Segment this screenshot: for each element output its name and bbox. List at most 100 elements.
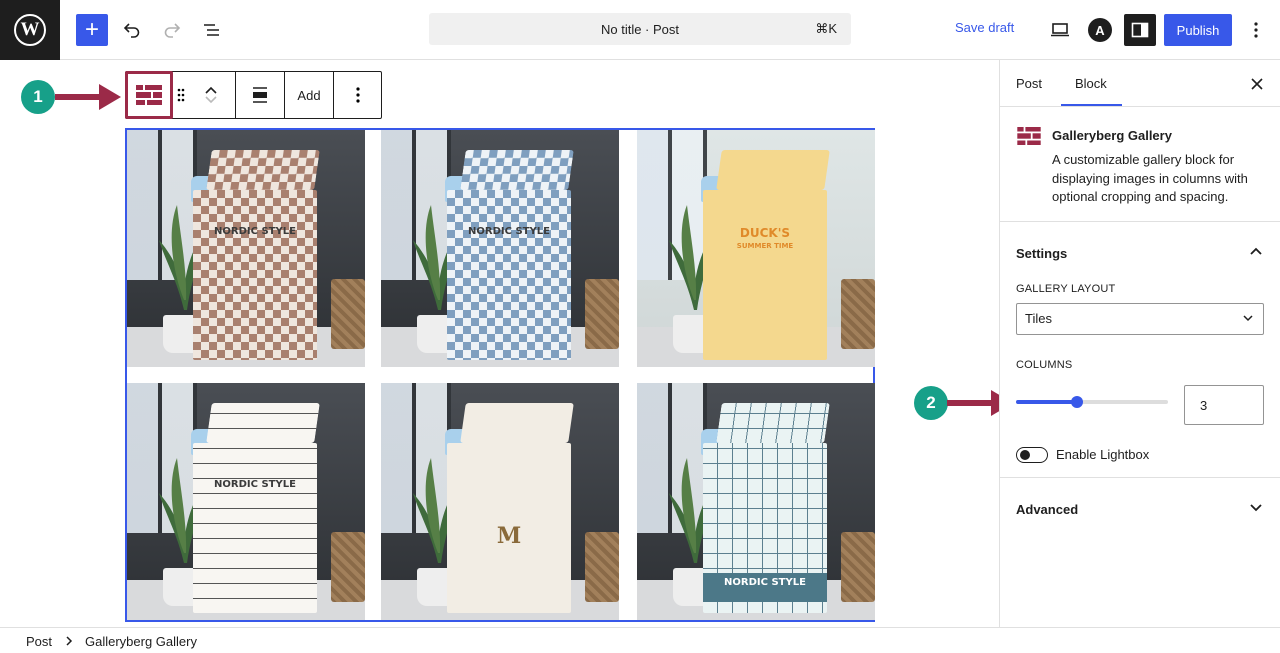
- block-card: Galleryberg Gallery A customizable galle…: [1000, 107, 1280, 222]
- align-button[interactable]: [236, 72, 284, 118]
- document-overview-button[interactable]: [196, 14, 228, 46]
- annotation-marker-2: 2: [914, 386, 948, 420]
- command-palette-bar[interactable]: No title · Post ⌘K: [429, 13, 851, 45]
- chevron-up-icon: [1250, 247, 1262, 255]
- sidebar-icon: [1131, 22, 1149, 38]
- block-breadcrumb: Post Galleryberg Gallery: [0, 627, 1280, 653]
- list-view-icon: [204, 24, 219, 36]
- columns-number-input[interactable]: 3: [1184, 385, 1264, 425]
- settings-sidebar-toggle[interactable]: [1124, 14, 1156, 46]
- annotation-marker-1: 1: [21, 80, 55, 114]
- block-options-button[interactable]: [334, 72, 382, 118]
- cover-flap: [460, 150, 574, 190]
- redo-button[interactable]: [156, 14, 188, 46]
- gallery-image-mint-grid-bunny-cover[interactable]: NORDIC STYLE: [637, 383, 875, 620]
- redo-icon: [164, 23, 181, 38]
- laundry-basket: [841, 532, 875, 602]
- laundry-basket: [841, 279, 875, 349]
- save-draft-button[interactable]: Save draft: [955, 20, 1014, 35]
- cover-print-label: NORDIC STYLE: [468, 226, 550, 237]
- columns-slider[interactable]: [1016, 396, 1168, 408]
- undo-button[interactable]: [116, 14, 148, 46]
- cover-print-label: NORDIC STYLE: [214, 479, 296, 490]
- washer-cover: [703, 190, 827, 360]
- align-wide-icon: [253, 87, 267, 103]
- plus-icon: +: [84, 16, 99, 43]
- settings-panel-toggle[interactable]: Settings: [1000, 228, 1280, 276]
- chevron-right-icon: [66, 636, 73, 646]
- washer-cover: [193, 190, 317, 360]
- toggle-knob: [1020, 450, 1030, 460]
- columns-label: COLUMNS: [1016, 359, 1073, 371]
- breadcrumb-gallery[interactable]: Galleryberg Gallery: [85, 634, 197, 649]
- block-description: A customizable gallery block for display…: [1052, 152, 1248, 204]
- cover-print-label: NORDIC STYLE: [703, 573, 827, 602]
- move-buttons: [188, 72, 234, 118]
- wordpress-logo-glyph: W: [14, 14, 46, 46]
- breadcrumb-post[interactable]: Post: [26, 634, 52, 649]
- annotation-arrow-1: [55, 84, 121, 110]
- publish-button[interactable]: Publish: [1164, 14, 1232, 46]
- sidebar-tabs: Post Block: [1000, 60, 1280, 107]
- preview-button[interactable]: [1044, 14, 1076, 46]
- cover-print-label: DUCK'S: [739, 226, 791, 240]
- gallery-layout-select[interactable]: Tiles: [1016, 303, 1264, 335]
- chevron-down-icon: [1243, 315, 1253, 322]
- cover-flap: [460, 403, 574, 443]
- laundry-basket: [331, 532, 365, 602]
- block-toolbar: Add: [125, 71, 382, 119]
- astra-settings-button[interactable]: A: [1088, 18, 1112, 42]
- cover-flap: [206, 403, 320, 443]
- lightbox-label: Enable Lightbox: [1056, 447, 1150, 462]
- options-button[interactable]: [1244, 14, 1268, 46]
- cover-flap: [716, 150, 830, 190]
- gallery-image-brown-checkered-cover[interactable]: NORDIC STYLE: [127, 130, 365, 367]
- gallery-layout-label: GALLERY LAYOUT: [1016, 283, 1116, 295]
- laptop-icon: [1051, 23, 1069, 37]
- cover-print-sublabel: SUMMER TIME: [736, 242, 794, 250]
- undo-icon: [123, 23, 140, 38]
- wordpress-logo-icon[interactable]: W: [0, 0, 60, 60]
- laundry-basket: [585, 532, 619, 602]
- add-block-button[interactable]: +: [76, 14, 108, 46]
- gallery-image-white-grid-corgi-cover[interactable]: NORDIC STYLE: [127, 383, 365, 620]
- gallery-layout-value: Tiles: [1025, 311, 1052, 326]
- laundry-basket: [331, 279, 365, 349]
- gallery-image-blue-checkered-cover[interactable]: NORDIC STYLE: [381, 130, 619, 367]
- gallery-image-duck-yellow-cover[interactable]: DUCK'S SUMMER TIME: [637, 130, 875, 367]
- astra-logo-icon: A: [1095, 22, 1105, 38]
- chevron-up-icon[interactable]: [204, 85, 218, 95]
- more-vertical-icon: [356, 87, 360, 103]
- drag-handle[interactable]: [174, 72, 188, 118]
- settings-sidebar: Post Block Galleryberg Gallery A customi…: [999, 60, 1280, 627]
- command-shortcut: ⌘K: [815, 21, 837, 36]
- settings-panel-title: Settings: [1016, 246, 1068, 261]
- columns-slider-thumb[interactable]: [1070, 396, 1083, 408]
- gallery-block[interactable]: NORDIC STYLE NORDIC STYLE DUCK'S SUMMER TIM…: [125, 128, 875, 622]
- document-title: No title · Post: [600, 21, 680, 37]
- tab-block[interactable]: Block: [1061, 76, 1122, 106]
- editor-canvas: 1 Add NORDIC STYLE NORDIC STYLE DUCK'S S…: [0, 61, 999, 626]
- gallery-block-icon: [136, 85, 162, 105]
- close-icon: [1251, 78, 1263, 90]
- washer-cover: [193, 443, 317, 613]
- cover-print-label: M: [496, 523, 522, 549]
- tab-post[interactable]: Post: [1016, 76, 1042, 91]
- cover-flap: [716, 403, 830, 443]
- cover-print-label: NORDIC STYLE: [214, 226, 296, 237]
- close-sidebar-button[interactable]: [1245, 72, 1269, 96]
- gallery-image-cream-wreath-cover[interactable]: M: [381, 383, 619, 620]
- chevron-down-icon[interactable]: [204, 95, 218, 105]
- block-title: Galleryberg Gallery: [1052, 128, 1172, 143]
- editor-header: W + No title · Post ⌘K Save draft A Publ…: [0, 0, 1280, 60]
- lightbox-toggle[interactable]: [1016, 447, 1048, 463]
- gallery-block-icon: [1017, 127, 1041, 145]
- add-images-button[interactable]: Add: [285, 72, 333, 118]
- drag-handle-icon: [177, 88, 185, 102]
- more-vertical-icon: [1254, 22, 1258, 38]
- laundry-basket: [585, 279, 619, 349]
- chevron-down-icon: [1250, 504, 1262, 512]
- block-type-button[interactable]: [125, 71, 173, 119]
- advanced-panel-toggle[interactable]: Advanced: [1000, 484, 1280, 532]
- panel-divider: [1000, 477, 1280, 478]
